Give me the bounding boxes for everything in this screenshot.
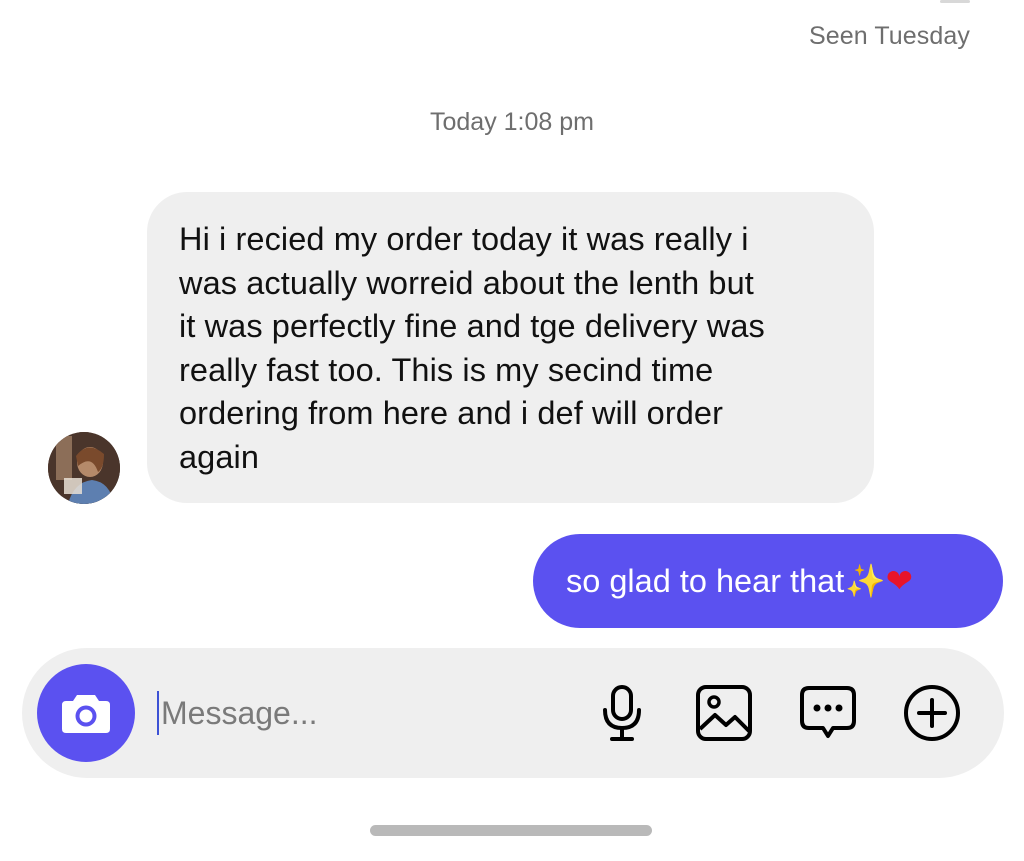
sticker-button[interactable]: [798, 683, 858, 743]
sticker-chat-icon: [800, 686, 856, 738]
message-input-placeholder: Message...: [161, 694, 318, 731]
outgoing-message-bubble[interactable]: so glad to hear that ✨ ❤: [533, 534, 1003, 628]
message-line: Hi i recied my order today it was really…: [179, 221, 749, 257]
dm-thread-screen: Seen Tuesday Today 1:08 pm Hi i recied m…: [0, 0, 1024, 861]
message-composer: Message...: [22, 648, 1004, 778]
message-line: really fast too. This is my secind time: [179, 351, 714, 388]
message-timestamp: Today 1:08 pm: [430, 108, 594, 136]
camera-icon: [62, 695, 110, 733]
message-line: was actually worreid about the lenth but: [179, 264, 754, 301]
message-line: ordering from here and i def will order: [179, 395, 724, 431]
red-heart-emoji: ❤: [885, 563, 913, 599]
gallery-button[interactable]: [694, 683, 754, 743]
image-gallery-icon: [696, 685, 752, 741]
seen-status: Seen Tuesday: [808, 22, 970, 50]
camera-button[interactable]: [37, 664, 135, 762]
top-edge-fragment: [940, 0, 970, 3]
plus-circle-icon: [904, 685, 960, 741]
home-indicator[interactable]: [370, 825, 652, 836]
message-line: it was perfectly fine and tge delivery w…: [179, 308, 765, 344]
message-input[interactable]: Message...: [157, 686, 557, 740]
more-options-button[interactable]: [902, 683, 962, 743]
message-line: again: [179, 438, 260, 475]
voice-message-button[interactable]: [592, 683, 652, 743]
incoming-message-bubble[interactable]: Hi i recied my order today it was really…: [147, 192, 874, 503]
sender-avatar[interactable]: [48, 432, 120, 504]
text-caret: [157, 691, 159, 735]
outgoing-message-text: so glad to hear that: [566, 562, 845, 599]
sparkles-emoji: ✨: [845, 563, 886, 599]
microphone-icon: [603, 685, 641, 741]
